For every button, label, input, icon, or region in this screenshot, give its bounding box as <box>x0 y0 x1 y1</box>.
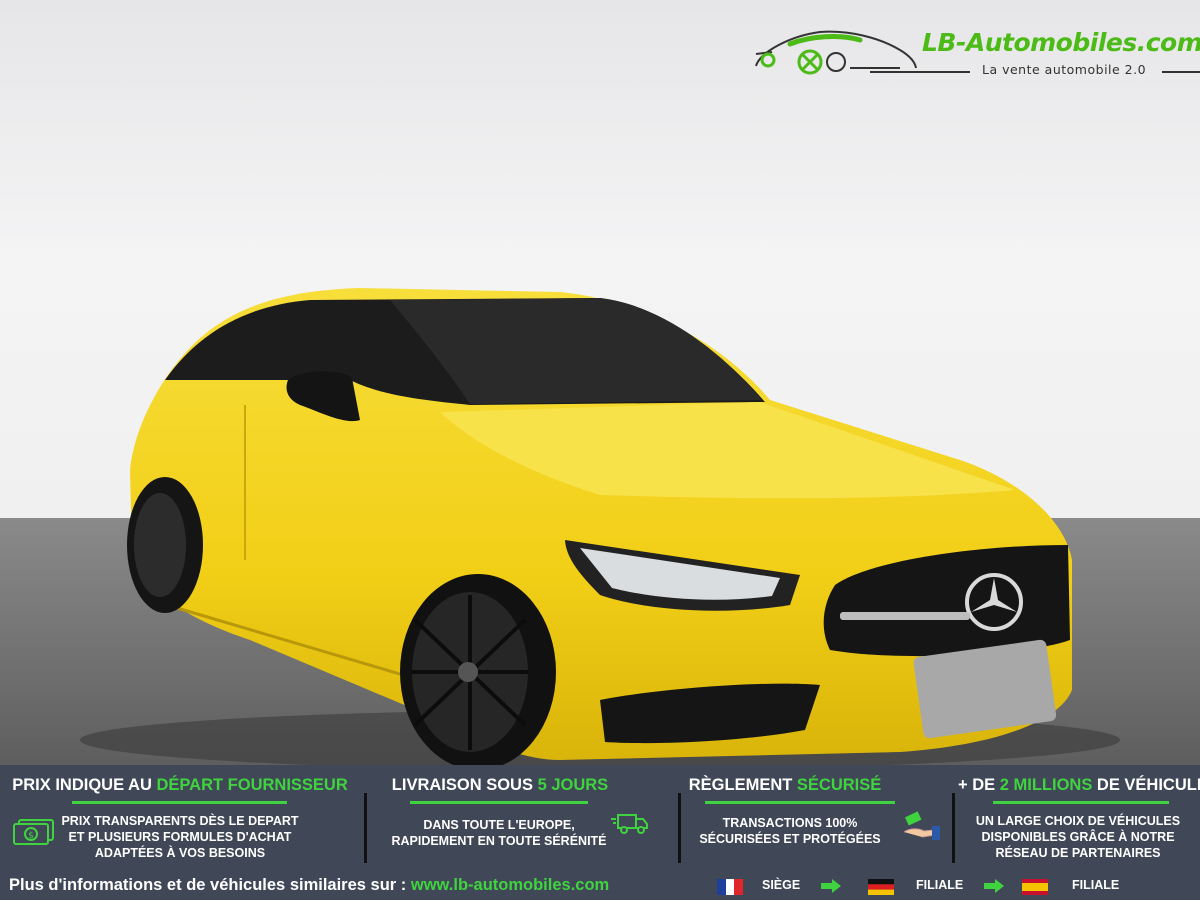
france-flag-icon <box>717 879 743 895</box>
column-separator <box>952 793 955 863</box>
svg-text:$: $ <box>28 831 34 841</box>
website-link[interactable]: www.lb-automobiles.com <box>411 876 609 894</box>
logo-tagline: La vente automobile 2.0 <box>982 62 1147 77</box>
feature-text: PRIX TRANSPARENTS DÈS LE DEPART ET PLUSI… <box>61 814 299 860</box>
money-icon: $ <box>13 819 54 845</box>
feature-rule <box>72 801 287 804</box>
feature-vehicle-choice: + DE 2 MILLIONS DE VÉHICULES UN LARGE CH… <box>958 765 1200 870</box>
column-separator <box>364 793 367 863</box>
car-photo <box>0 0 1200 765</box>
column-separator <box>678 793 681 863</box>
yellow-car <box>80 288 1120 765</box>
feature-transparent-prices: PRIX INDIQUE AU DÉPART FOURNISSEUR $ PRI… <box>0 765 360 870</box>
germany-flag-icon <box>868 879 894 895</box>
feature-text: DANS TOUTE L'EUROPE, RAPIDEMENT EN TOUTE… <box>391 818 607 848</box>
feature-title: PRIX INDIQUE AU DÉPART FOURNISSEUR <box>12 776 348 794</box>
logo-name: LB-Automobiles.com <box>922 28 1200 57</box>
truck-icon <box>611 814 648 834</box>
location-label: FILIALE <box>916 878 964 892</box>
info-band: PRIX INDIQUE AU DÉPART FOURNISSEUR $ PRI… <box>0 765 1200 870</box>
arrow-right-icon <box>984 879 1004 893</box>
feature-rule <box>410 801 588 804</box>
logo-car-icon <box>755 30 917 75</box>
feature-text: UN LARGE CHOIX DE VÉHICULES DISPONIBLES … <box>975 814 1181 860</box>
feature-title: LIVRAISON SOUS 5 JOURS <box>391 776 609 794</box>
location-label: FILIALE <box>1072 878 1120 892</box>
feature-secure-payment: RÈGLEMENT SÉCURISÉ TRANSACTIONS 100% SÉC… <box>685 765 950 870</box>
arrow-right-icon <box>821 879 841 893</box>
spain-flag-icon <box>1022 879 1048 895</box>
feature-title: + DE 2 MILLIONS DE VÉHICULES <box>958 776 1200 794</box>
feature-text: TRANSACTIONS 100% SÉCURISÉES ET PROTÉGÉE… <box>699 816 881 846</box>
footer: Plus d'informations et de véhicules simi… <box>0 870 1200 900</box>
brand-logo[interactable]: LB-Automobiles.com La vente automobile 2… <box>750 22 1200 82</box>
payment-hand-icon <box>903 811 940 840</box>
feature-delivery: LIVRAISON SOUS 5 JOURS DANS TOUTE L'EURO… <box>370 765 670 870</box>
footer-info: Plus d'informations et de véhicules simi… <box>9 876 610 894</box>
logo-divider <box>870 71 970 73</box>
logo-divider <box>1162 71 1200 73</box>
feature-rule <box>993 801 1169 804</box>
feature-title: RÈGLEMENT SÉCURISÉ <box>688 776 882 794</box>
location-label: SIÈGE <box>762 878 801 892</box>
feature-rule <box>705 801 895 804</box>
